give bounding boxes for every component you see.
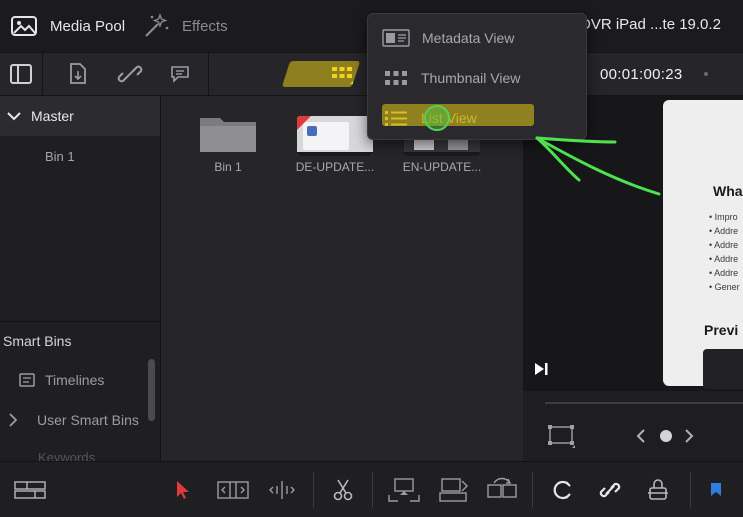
- import-file-icon: [70, 63, 86, 84]
- lock-icon: [648, 479, 668, 500]
- menu-item-thumbnail-view[interactable]: Thumbnail View: [368, 58, 586, 98]
- project-title: DVR iPad ...te 19.0.2: [580, 16, 721, 33]
- edit-toolbar: [0, 461, 743, 517]
- go-to-end-icon[interactable]: [533, 361, 549, 377]
- slide-bullet: • Gener: [709, 282, 740, 292]
- viewer-controls: [523, 391, 743, 461]
- slide-preview-heading: Previ: [704, 322, 739, 338]
- touch-cursor-indicator: [424, 105, 450, 131]
- media-pool-tab[interactable]: Media Pool: [10, 0, 125, 52]
- smart-bin-user-label: User Smart Bins: [37, 412, 139, 428]
- flag-marker-icon: [711, 483, 721, 496]
- smart-bin-timelines-label: Timelines: [45, 372, 105, 388]
- smart-bins-title: Smart Bins: [3, 333, 72, 349]
- scrub-bar[interactable]: [545, 402, 743, 404]
- bin-list-panel: Master Bin 1 Smart Bins Timelines User S…: [0, 96, 161, 461]
- menu-item-label: Thumbnail View: [421, 70, 521, 86]
- slide-bullet: • Addre: [709, 226, 739, 236]
- effects-wand-icon: [145, 13, 169, 37]
- subtitle-button[interactable]: [160, 53, 200, 95]
- slide-heading: Wha: [713, 183, 743, 199]
- transform-box-icon[interactable]: [547, 423, 577, 449]
- view-mode-menu: Metadata View Thumbnail View List View: [367, 13, 587, 140]
- smart-bins-section: Smart Bins Timelines User Smart Bins Key…: [0, 321, 160, 461]
- media-pool-icon: [11, 16, 37, 36]
- marker-button[interactable]: [704, 474, 728, 506]
- chevron-right-icon[interactable]: [8, 413, 18, 427]
- magnet-snap-icon: [553, 480, 571, 500]
- master-bin-label: Master: [31, 108, 74, 124]
- thumbnail-view-icon: [385, 71, 407, 85]
- playhead-dot[interactable]: [660, 430, 672, 442]
- media-pool-label: Media Pool: [50, 17, 126, 35]
- smart-bin-user[interactable]: User Smart Bins: [8, 412, 139, 428]
- list-view-icon: [385, 111, 407, 126]
- toggle-bin-list-button[interactable]: [0, 53, 42, 95]
- panel-layout-icon: [10, 64, 32, 84]
- position-lock-button[interactable]: [642, 474, 674, 506]
- effects-label: Effects: [182, 17, 228, 35]
- view-mode-button[interactable]: [322, 53, 362, 95]
- timeline-view-button[interactable]: [10, 474, 50, 506]
- chevron-right-icon[interactable]: [683, 428, 695, 444]
- scissors-icon: [333, 479, 353, 501]
- trim-edit-icon: [217, 481, 249, 499]
- insert-clip-icon: [388, 478, 420, 502]
- pointer-arrow-icon: [177, 481, 189, 499]
- media-grid: Bin 1 DE-UPDATE... EN-UPDATE...: [161, 96, 523, 461]
- master-bin[interactable]: Master: [0, 96, 160, 136]
- clip-thumbnail: [297, 116, 373, 156]
- linked-selection-button[interactable]: [594, 474, 626, 506]
- replace-clip-icon: [487, 477, 517, 498]
- slide-bullet: • Addre: [709, 268, 739, 278]
- media-item-name: Bin 1: [214, 160, 242, 174]
- timeline-bin-icon: [19, 373, 35, 387]
- effects-tab[interactable]: Effects: [142, 0, 228, 52]
- media-item-name: DE-UPDATE...: [295, 160, 375, 174]
- smart-bin-keywords[interactable]: Keywords: [38, 450, 95, 461]
- relink-button[interactable]: [110, 53, 150, 95]
- replace-clip-button[interactable]: [482, 474, 522, 506]
- viewer-frame: Wha • Impro • Addre • Addre • Addre • Ad…: [663, 100, 743, 389]
- bin-item-bin1[interactable]: Bin 1: [45, 149, 75, 164]
- unlinked-chain-icon: [117, 65, 143, 83]
- menu-item-metadata-view[interactable]: Metadata View: [368, 18, 586, 58]
- dynamic-trim-icon: [269, 481, 295, 499]
- slide-bullet: • Addre: [709, 240, 739, 250]
- hand-drawn-arrow-annotation: [535, 136, 661, 196]
- trim-tool-button[interactable]: [213, 474, 253, 506]
- metadata-view-icon: [382, 29, 410, 47]
- overwrite-clip-button[interactable]: [433, 474, 473, 506]
- bin-list-scrollbar[interactable]: [148, 359, 155, 421]
- dynamic-trim-button[interactable]: [262, 474, 302, 506]
- grid-view-icon: [332, 67, 353, 84]
- chevron-left-icon[interactable]: [635, 428, 647, 444]
- timecode-display: 00:01:00:23: [600, 66, 683, 83]
- link-chain-icon: [599, 482, 621, 498]
- caption-bubble-icon: [171, 66, 189, 83]
- folder-icon: [200, 118, 256, 152]
- timeline-layout-icon: [14, 481, 46, 499]
- menu-item-label: Metadata View: [422, 30, 515, 46]
- smart-bin-timelines[interactable]: Timelines: [18, 372, 104, 388]
- insert-clip-button[interactable]: [384, 474, 424, 506]
- selection-tool-button[interactable]: [168, 474, 198, 506]
- chevron-down-icon[interactable]: [7, 111, 21, 121]
- import-media-button[interactable]: [58, 53, 98, 95]
- slide-image: [703, 349, 743, 389]
- blade-tool-button[interactable]: [326, 474, 360, 506]
- slide-bullet: • Addre: [709, 254, 739, 264]
- slide-bullet: • Impro: [709, 212, 738, 222]
- snapping-button[interactable]: [546, 474, 578, 506]
- media-item-name: EN-UPDATE...: [402, 160, 482, 174]
- options-dot[interactable]: [704, 72, 708, 76]
- overwrite-clip-icon: [439, 478, 468, 502]
